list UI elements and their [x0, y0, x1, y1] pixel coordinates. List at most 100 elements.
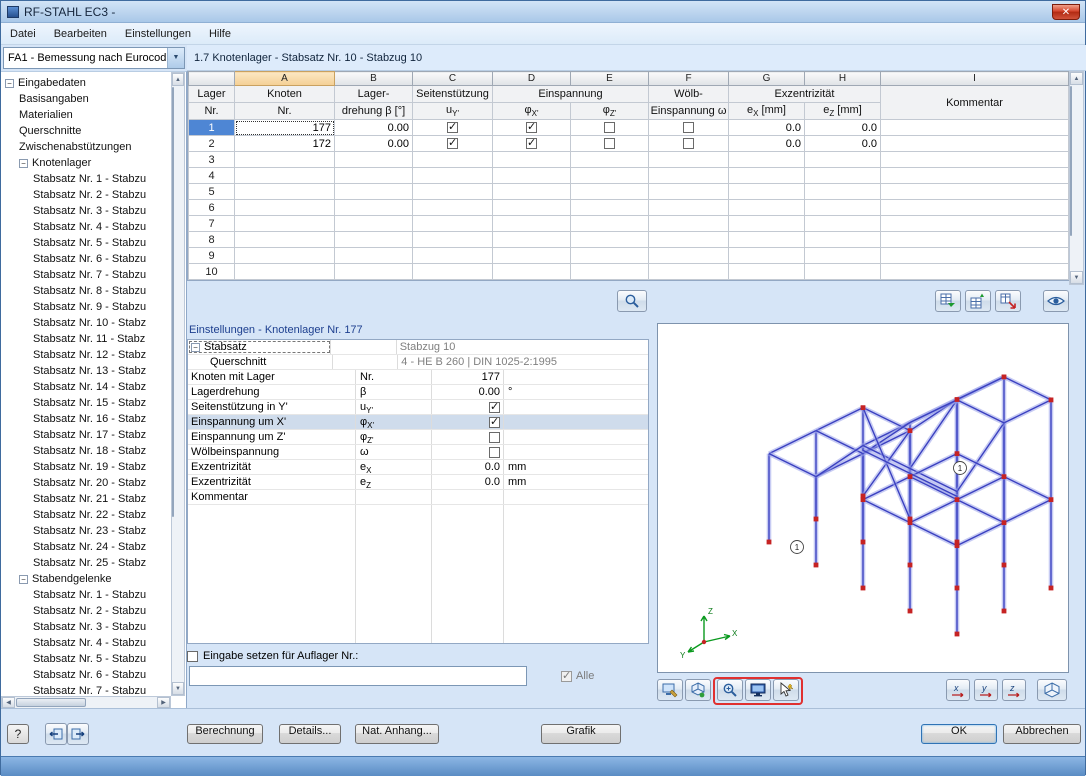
- row-number[interactable]: 10: [188, 263, 235, 280]
- empty-cell[interactable]: [570, 231, 649, 248]
- menu-datei[interactable]: Datei: [1, 23, 45, 45]
- tree-item-stabsatz[interactable]: Stabsatz Nr. 7 - Stabzu: [1, 683, 171, 696]
- column-letter-F[interactable]: F: [648, 71, 729, 86]
- isometric-view-button[interactable]: [1037, 679, 1067, 701]
- empty-cell[interactable]: [334, 215, 413, 232]
- scroll-down-icon[interactable]: ▼: [1070, 271, 1083, 284]
- empty-cell[interactable]: [412, 183, 493, 200]
- tree-item-stabsatz[interactable]: Stabsatz Nr. 22 - Stabz: [1, 507, 171, 523]
- column-letter-A[interactable]: A: [234, 71, 335, 86]
- tree-item-stabsatz[interactable]: Stabsatz Nr. 9 - Stabzu: [1, 299, 171, 315]
- tree-item-stabsatz[interactable]: Stabsatz Nr. 5 - Stabzu: [1, 235, 171, 251]
- model-graphic[interactable]: Z X Y 1 1: [657, 323, 1069, 673]
- tree-item-stabsatz[interactable]: Stabsatz Nr. 8 - Stabzu: [1, 283, 171, 299]
- empty-cell[interactable]: [728, 199, 805, 216]
- checkbox[interactable]: [447, 121, 458, 134]
- setting-value[interactable]: 0.00: [479, 386, 500, 398]
- tree-item-stabsatz[interactable]: Stabsatz Nr. 16 - Stabz: [1, 411, 171, 427]
- eingabe-setzen-checkbox[interactable]: [187, 650, 198, 662]
- view-y-button[interactable]: y: [974, 679, 998, 701]
- menu-bearbeiten[interactable]: Bearbeiten: [45, 23, 116, 45]
- tree-item-stabsatz[interactable]: Stabsatz Nr. 14 - Stabz: [1, 379, 171, 395]
- empty-cell[interactable]: [492, 215, 571, 232]
- cell-knoten[interactable]: 172: [234, 135, 335, 152]
- collapse-icon[interactable]: [5, 78, 14, 88]
- tree-item-stabsatz[interactable]: Stabsatz Nr. 1 - Stabzu: [1, 587, 171, 603]
- help-button[interactable]: ?: [7, 724, 29, 744]
- tree-item-stabsatz[interactable]: Stabsatz Nr. 15 - Stabz: [1, 395, 171, 411]
- empty-cell[interactable]: [648, 231, 729, 248]
- tree-item-stabsatz[interactable]: Stabsatz Nr. 4 - Stabzu: [1, 219, 171, 235]
- empty-cell[interactable]: [570, 167, 649, 184]
- cell-phix[interactable]: [492, 135, 571, 152]
- column-letter-H[interactable]: H: [804, 71, 881, 86]
- empty-cell[interactable]: [234, 247, 335, 264]
- tree-item-stabsatz[interactable]: Stabsatz Nr. 25 - Stabz: [1, 555, 171, 571]
- cell-kommentar[interactable]: [880, 135, 1069, 152]
- empty-cell[interactable]: [804, 231, 881, 248]
- details-button[interactable]: Details...: [279, 724, 341, 744]
- empty-cell[interactable]: [804, 183, 881, 200]
- empty-cell[interactable]: [728, 167, 805, 184]
- tree-item-stabsatz[interactable]: Stabsatz Nr. 7 - Stabzu: [1, 267, 171, 283]
- cell-woelb[interactable]: [648, 135, 729, 152]
- tree-item-stabsatz[interactable]: Stabsatz Nr. 19 - Stabz: [1, 459, 171, 475]
- table-vscroll-thumb[interactable]: [1070, 86, 1072, 236]
- settings-row[interactable]: Seitenstützung in Y' uY': [188, 400, 648, 415]
- tree-item-stabsatz[interactable]: Stabsatz Nr. 11 - Stabz: [1, 331, 171, 347]
- empty-cell[interactable]: [334, 263, 413, 280]
- view-z-button[interactable]: z: [1002, 679, 1026, 701]
- column-letter-B[interactable]: B: [334, 71, 413, 86]
- empty-cell[interactable]: [728, 215, 805, 232]
- empty-cell[interactable]: [728, 183, 805, 200]
- empty-cell[interactable]: [492, 247, 571, 264]
- cell-beta[interactable]: 0.00: [334, 119, 413, 136]
- empty-cell[interactable]: [334, 199, 413, 216]
- scroll-left-icon[interactable]: ◀: [2, 697, 15, 708]
- column-letter-G[interactable]: G: [728, 71, 805, 86]
- checkbox[interactable]: [489, 431, 500, 443]
- settings-row[interactable]: Querschnitt 4 - HE B 260 | DIN 1025-2:19…: [188, 355, 648, 370]
- design-case-dropdown[interactable]: FA1 - Bemessung nach Eurocod: [3, 47, 185, 69]
- jump-forward-button[interactable]: [67, 723, 89, 745]
- zoom-button[interactable]: [717, 679, 743, 701]
- empty-cell[interactable]: [334, 183, 413, 200]
- tree-item-stabsatz[interactable]: Stabsatz Nr. 2 - Stabzu: [1, 603, 171, 619]
- empty-cell[interactable]: [570, 215, 649, 232]
- empty-cell[interactable]: [804, 215, 881, 232]
- settings-row[interactable]: Stabsatz Stabzug 10: [188, 340, 648, 355]
- empty-cell[interactable]: [492, 167, 571, 184]
- row-number[interactable]: 3: [188, 151, 235, 168]
- empty-cell[interactable]: [234, 151, 335, 168]
- settings-row[interactable]: Exzentrizität eX 0.0 mm: [188, 460, 648, 475]
- empty-cell[interactable]: [648, 263, 729, 280]
- table-export-button[interactable]: [965, 290, 991, 312]
- tree-item-stabsatz[interactable]: Stabsatz Nr. 5 - Stabzu: [1, 651, 171, 667]
- auflager-input[interactable]: [189, 666, 527, 686]
- row-number[interactable]: 1: [188, 119, 235, 136]
- empty-cell[interactable]: [570, 183, 649, 200]
- tree-item-stabsatz[interactable]: Stabsatz Nr. 12 - Stabz: [1, 347, 171, 363]
- empty-cell[interactable]: [880, 247, 1069, 264]
- empty-cell[interactable]: [334, 167, 413, 184]
- cell-uy[interactable]: [412, 135, 493, 152]
- row-number[interactable]: 5: [188, 183, 235, 200]
- column-letter-I[interactable]: I: [880, 71, 1069, 86]
- empty-cell[interactable]: [648, 167, 729, 184]
- view-x-button[interactable]: x: [946, 679, 970, 701]
- display-settings-button[interactable]: [657, 679, 683, 701]
- tree-root-eingabedaten[interactable]: Eingabedaten: [1, 75, 171, 91]
- empty-cell[interactable]: [804, 247, 881, 264]
- scroll-right-icon[interactable]: ▶: [157, 697, 170, 708]
- cell-phix[interactable]: [492, 119, 571, 136]
- column-letter-C[interactable]: C: [412, 71, 493, 86]
- settings-row[interactable]: Kommentar: [188, 490, 648, 505]
- cell-ez[interactable]: 0.0: [804, 135, 881, 152]
- cell-ez[interactable]: 0.0: [804, 119, 881, 136]
- sidebar-vscrollbar[interactable]: ▲ ▼: [171, 72, 185, 696]
- special-selection-button[interactable]: [773, 679, 799, 701]
- empty-cell[interactable]: [880, 231, 1069, 248]
- empty-cell[interactable]: [880, 215, 1069, 232]
- cell-kommentar[interactable]: [880, 119, 1069, 136]
- empty-cell[interactable]: [234, 199, 335, 216]
